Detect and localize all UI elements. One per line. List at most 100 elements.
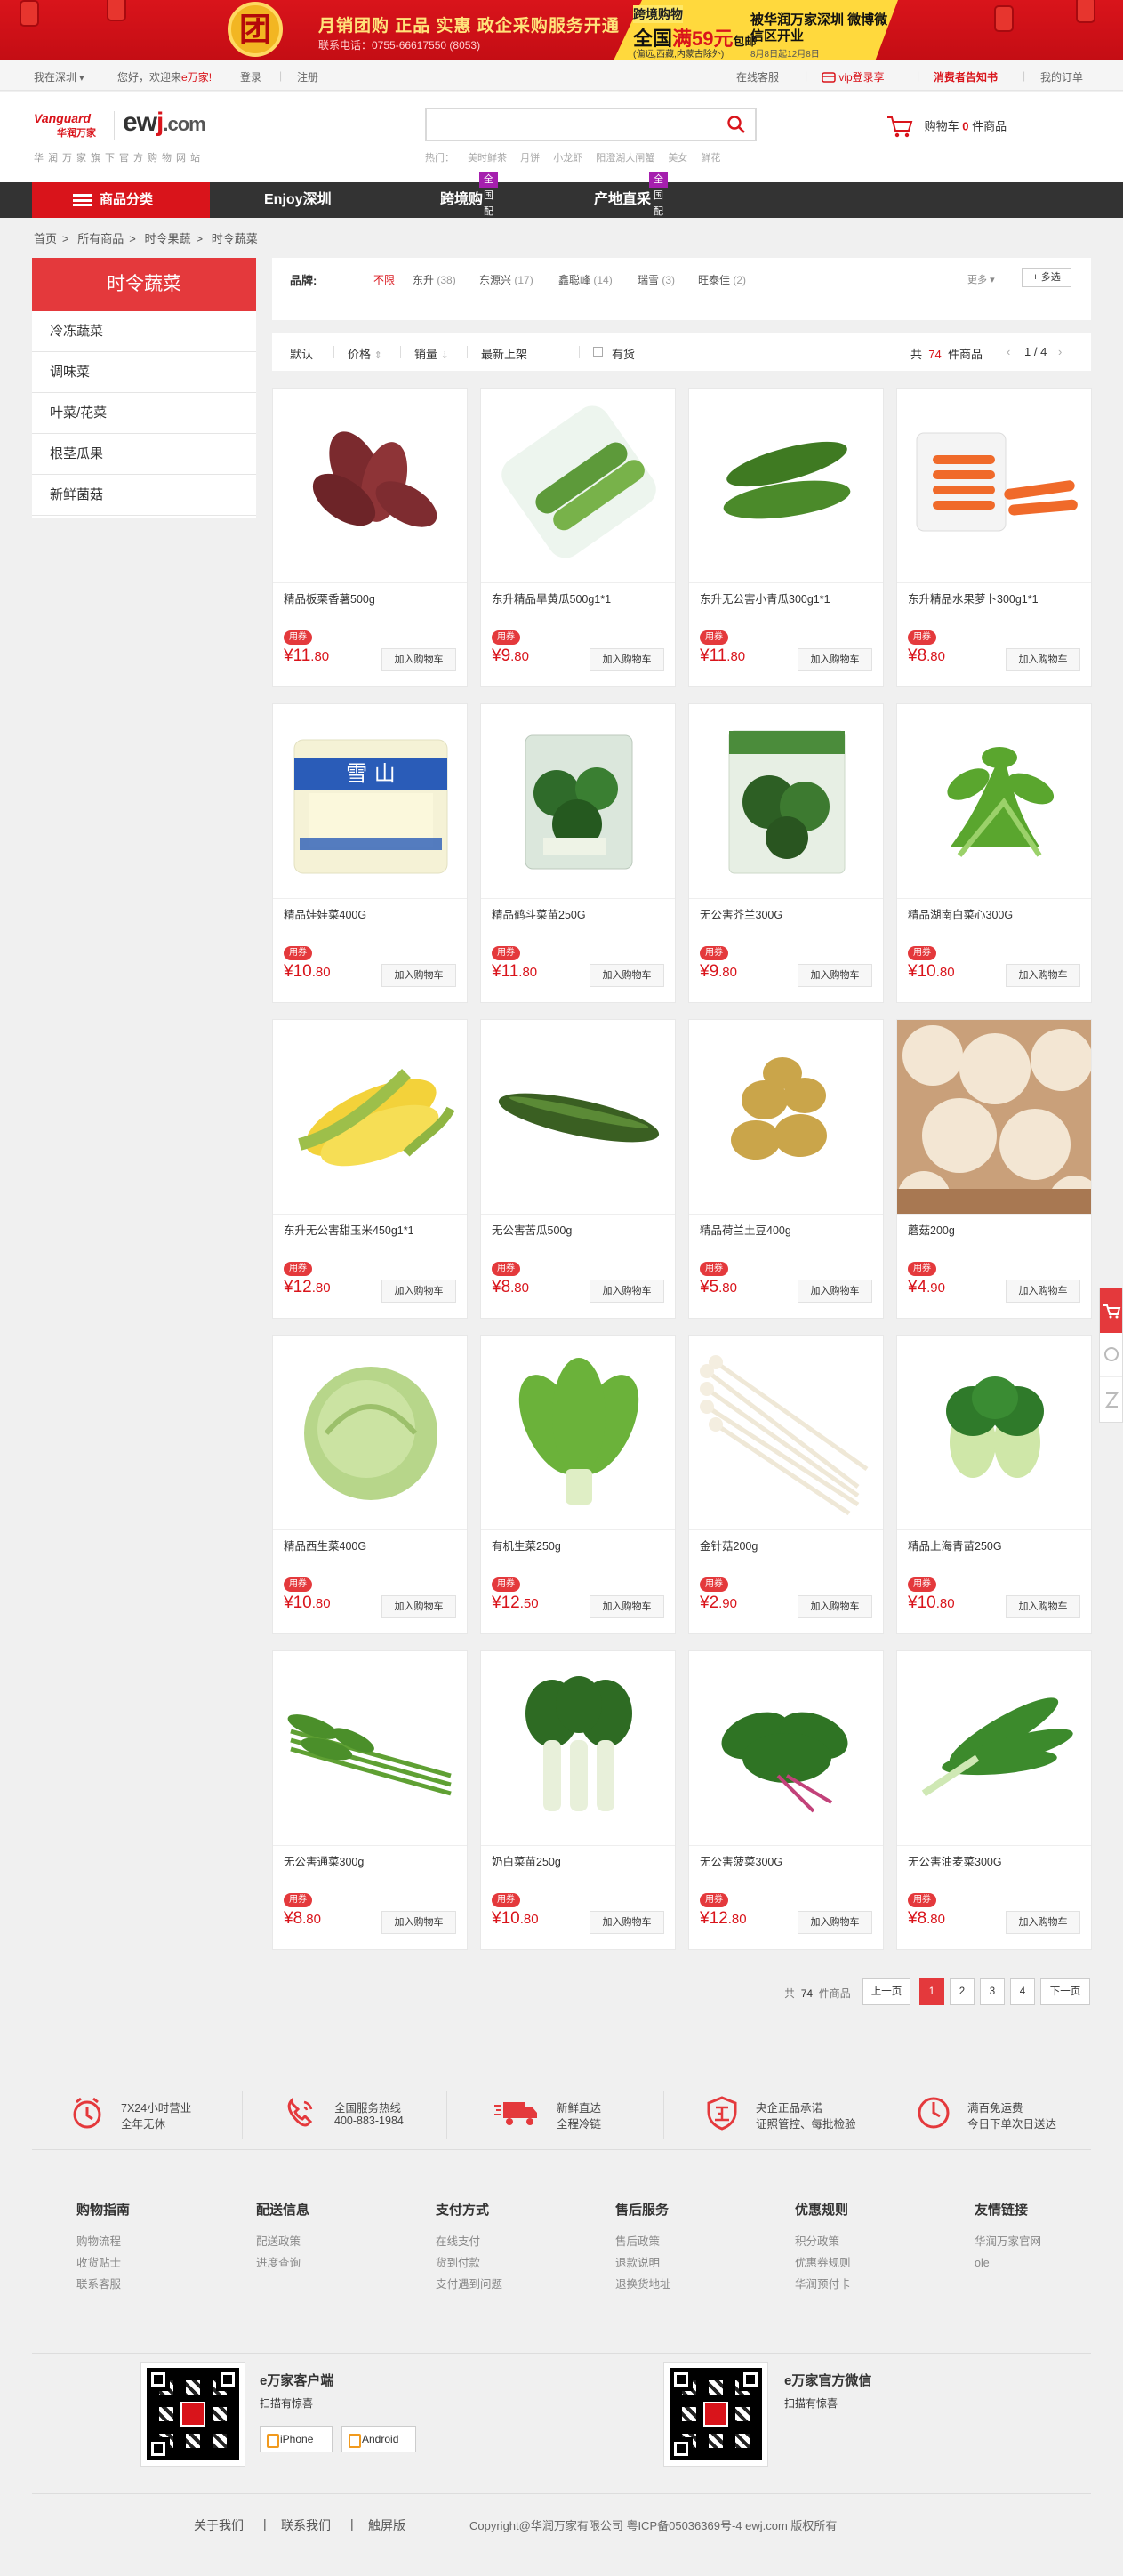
- login-link[interactable]: 登录: [240, 69, 261, 84]
- product-image[interactable]: [481, 1651, 675, 1845]
- add-to-cart-button[interactable]: 加入购物车: [1006, 1911, 1080, 1934]
- product-name[interactable]: 精品荷兰土豆400g: [700, 1221, 791, 1238]
- breadcrumb-home[interactable]: 首页: [34, 232, 57, 245]
- product-card[interactable]: 金针菇200g 用券 ¥2.90 加入购物车: [688, 1335, 884, 1634]
- add-to-cart-button[interactable]: 加入购物车: [1006, 964, 1080, 987]
- sidebar-item-frozen[interactable]: 冷冻蔬菜: [32, 311, 256, 352]
- breadcrumb-all[interactable]: 所有商品: [77, 232, 124, 245]
- product-card[interactable]: 有机生菜250g 用券 ¥12.50 加入购物车: [480, 1335, 676, 1634]
- footer-link[interactable]: 货到付款: [436, 2252, 502, 2274]
- consumer-notice-link[interactable]: 消费者告知书: [934, 69, 998, 84]
- product-name[interactable]: 东升无公害小青瓜300g1*1: [700, 590, 830, 606]
- customer-service-link[interactable]: 在线客服: [736, 69, 779, 84]
- footer-link[interactable]: 积分政策: [795, 2231, 851, 2252]
- product-card[interactable]: 无公害通菜300g 用券 ¥8.80 加入购物车: [272, 1650, 468, 1950]
- vip-link[interactable]: vip登录享: [822, 69, 885, 84]
- footer-link[interactable]: 退款说明: [615, 2252, 671, 2274]
- my-orders-link[interactable]: 我的订单: [1040, 69, 1083, 84]
- search-input[interactable]: [427, 109, 711, 140]
- sort-sales[interactable]: 销量 ⇣: [414, 345, 449, 362]
- add-to-cart-button[interactable]: 加入购物车: [590, 964, 664, 987]
- add-to-cart-button[interactable]: 加入购物车: [590, 1911, 664, 1934]
- product-name[interactable]: 无公害苦瓜500g: [492, 1221, 572, 1238]
- hot-search-link[interactable]: 小龙虾: [553, 153, 582, 164]
- vanguard-logo[interactable]: Vanguard: [34, 111, 91, 125]
- product-name[interactable]: 东升精品水果萝卜300g1*1: [908, 590, 1039, 606]
- brand-unlimited[interactable]: 不限: [373, 272, 395, 287]
- product-name[interactable]: 东升精品旱黄瓜500g1*1: [492, 590, 611, 606]
- footer-link[interactable]: 华润万家官网: [975, 2231, 1041, 2252]
- brand-option[interactable]: 东升 (38): [413, 272, 456, 287]
- page-1-button[interactable]: 1: [919, 1978, 944, 2005]
- hot-search-link[interactable]: 美时鲜茶: [468, 153, 507, 164]
- add-to-cart-button[interactable]: 加入购物车: [798, 964, 872, 987]
- product-image[interactable]: [481, 389, 675, 582]
- product-card[interactable]: 东升无公害甜玉米450g1*1 用券 ¥12.80 加入购物车: [272, 1019, 468, 1319]
- add-to-cart-button[interactable]: 加入购物车: [381, 1280, 456, 1303]
- add-to-cart-button[interactable]: 加入购物车: [590, 648, 664, 671]
- footer-link[interactable]: 退换货地址: [615, 2274, 671, 2295]
- next-page-button[interactable]: 下一页: [1040, 1978, 1090, 2005]
- product-image[interactable]: [273, 389, 467, 582]
- product-card[interactable]: 精品鹤斗菜苗250G 用券 ¥11.80 加入购物车: [480, 703, 676, 1003]
- all-categories-button[interactable]: 商品分类: [32, 182, 210, 218]
- product-card[interactable]: 东升精品水果萝卜300g1*1 用券 ¥8.80 加入购物车: [896, 388, 1092, 687]
- product-card[interactable]: 奶白菜苗250g 用券 ¥10.80 加入购物车: [480, 1650, 676, 1950]
- product-name[interactable]: 精品娃娃菜400G: [284, 905, 366, 922]
- product-image[interactable]: [897, 1336, 1091, 1529]
- nav-item-enjoy-shenzhen[interactable]: Enjoy深圳: [264, 182, 332, 218]
- product-name[interactable]: 精品板栗香薯500g: [284, 590, 375, 606]
- ewj-logo[interactable]: ewj.com: [123, 108, 206, 138]
- add-to-cart-button[interactable]: 加入购物车: [590, 1280, 664, 1303]
- product-card[interactable]: 东升无公害小青瓜300g1*1 用券 ¥11.80 加入购物车: [688, 388, 884, 687]
- footer-link[interactable]: 优惠券规则: [795, 2252, 851, 2274]
- product-image[interactable]: [273, 1336, 467, 1529]
- sort-default[interactable]: 默认: [290, 345, 313, 362]
- product-name[interactable]: 东升无公害甜玉米450g1*1: [284, 1221, 414, 1238]
- product-name[interactable]: 蘑菇200g: [908, 1221, 955, 1238]
- hot-search-link[interactable]: 鲜花: [701, 153, 720, 164]
- product-card[interactable]: 东升精品旱黄瓜500g1*1 用券 ¥9.80 加入购物车: [480, 388, 676, 687]
- location-selector[interactable]: 我在深圳 ▾: [34, 69, 84, 84]
- product-name[interactable]: 精品上海青苗250G: [908, 1537, 1002, 1553]
- product-name[interactable]: 精品鹤斗菜苗250G: [492, 905, 586, 922]
- product-image[interactable]: [273, 1651, 467, 1845]
- add-to-cart-button[interactable]: 加入购物车: [381, 1595, 456, 1618]
- brand-option[interactable]: 旺泰佳 (2): [698, 272, 746, 287]
- touch-version-link[interactable]: 触屏版: [368, 2516, 405, 2534]
- footer-link[interactable]: 进度查询: [256, 2252, 309, 2274]
- in-stock-checkbox[interactable]: [593, 347, 603, 357]
- next-page-icon[interactable]: ›: [1058, 345, 1062, 358]
- contact-us-link[interactable]: 联系我们: [281, 2516, 331, 2534]
- product-name[interactable]: 精品湖南白菜心300G: [908, 905, 1013, 922]
- footer-link[interactable]: 在线支付: [436, 2231, 502, 2252]
- sort-price[interactable]: 价格 ⇕: [348, 345, 382, 362]
- product-image[interactable]: [689, 704, 883, 898]
- add-to-cart-button[interactable]: 加入购物车: [1006, 1280, 1080, 1303]
- product-image[interactable]: [481, 1336, 675, 1529]
- product-image[interactable]: [897, 1020, 1091, 1214]
- footer-link[interactable]: ole: [975, 2252, 1041, 2274]
- product-name[interactable]: 无公害芥兰300G: [700, 905, 782, 922]
- product-card[interactable]: 无公害菠菜300G 用券 ¥12.80 加入购物车: [688, 1650, 884, 1950]
- product-card[interactable]: 蘑菇200g 用券 ¥4.90 加入购物车: [896, 1019, 1092, 1319]
- brand-multi-select[interactable]: + 多选: [1022, 268, 1071, 287]
- prev-page-button[interactable]: 上一页: [862, 1978, 910, 2005]
- product-image[interactable]: 雪 山: [273, 704, 467, 898]
- product-image[interactable]: [897, 389, 1091, 582]
- product-card[interactable]: 精品上海青苗250G 用券 ¥10.80 加入购物车: [896, 1335, 1092, 1634]
- product-card[interactable]: 精品湖南白菜心300G 用券 ¥10.80 加入购物车: [896, 703, 1092, 1003]
- add-to-cart-button[interactable]: 加入购物车: [798, 1911, 872, 1934]
- hot-search-link[interactable]: 月饼: [520, 153, 540, 164]
- product-name[interactable]: 奶白菜苗250g: [492, 1852, 561, 1869]
- add-to-cart-button[interactable]: 加入购物车: [798, 1595, 872, 1618]
- product-name[interactable]: 无公害通菜300g: [284, 1852, 364, 1869]
- sidebar-item-seasoning[interactable]: 调味菜: [32, 352, 256, 393]
- page-4-button[interactable]: 4: [1010, 1978, 1035, 2005]
- sort-newest[interactable]: 最新上架: [481, 345, 527, 362]
- add-to-cart-button[interactable]: 加入购物车: [1006, 1595, 1080, 1618]
- footer-link[interactable]: 收货贴士: [76, 2252, 130, 2274]
- product-image[interactable]: [689, 1651, 883, 1845]
- product-image[interactable]: [273, 1020, 467, 1214]
- iphone-download-button[interactable]: iPhone: [260, 2426, 333, 2452]
